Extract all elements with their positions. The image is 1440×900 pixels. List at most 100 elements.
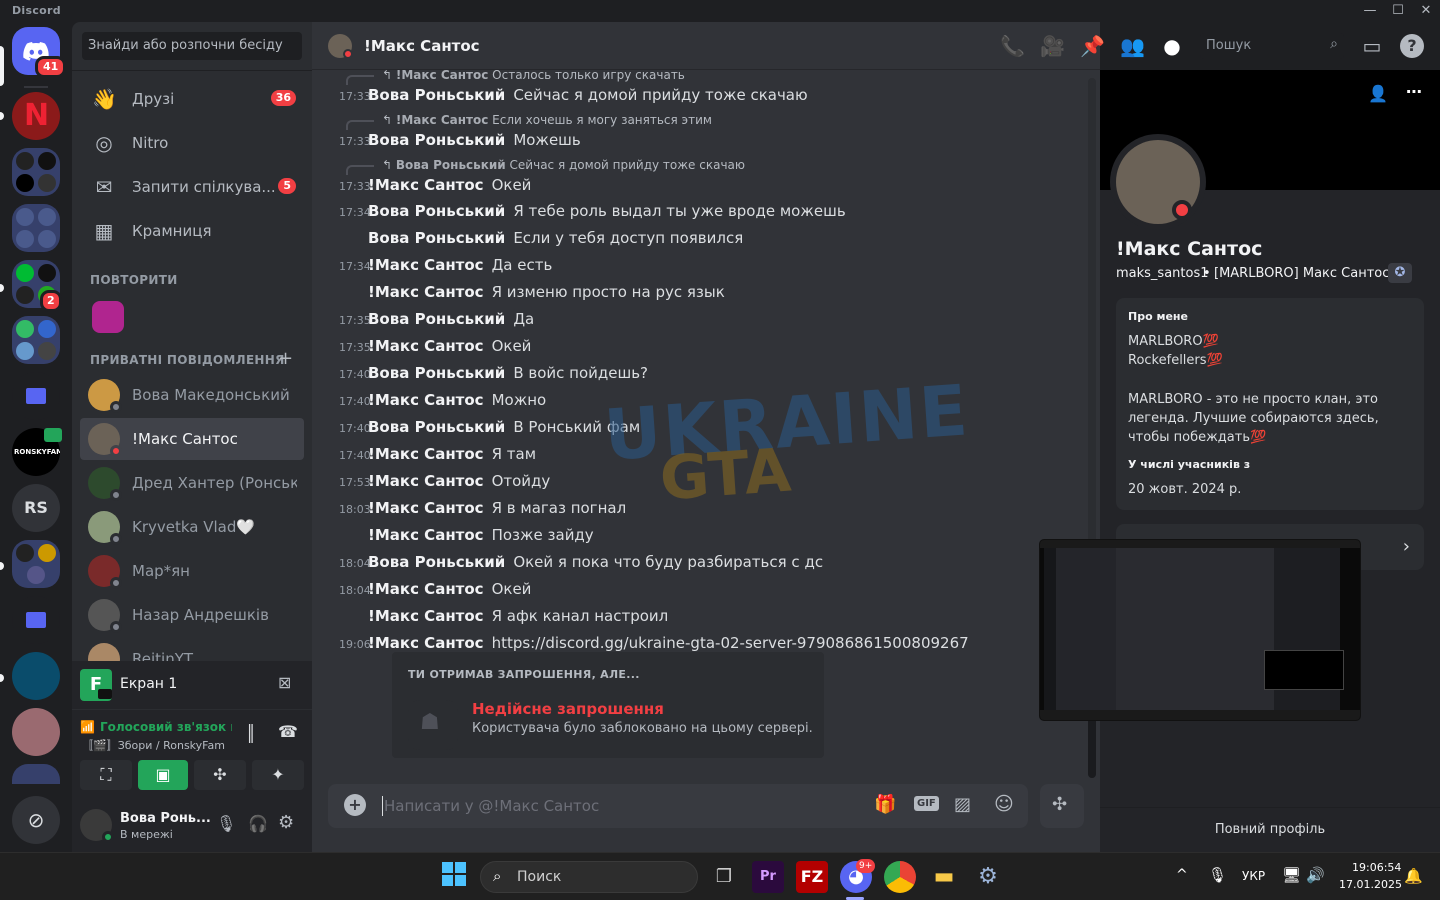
author-name[interactable]: Вова Роньський — [368, 310, 505, 328]
chat-message[interactable]: 18:04 Вова Роньський Окей я пока что буду … — [312, 550, 1092, 576]
gif-icon[interactable]: GIF — [914, 796, 939, 811]
input-language[interactable]: УКР — [1242, 869, 1265, 883]
message-author[interactable]: !Макс Сантос Я там — [368, 445, 536, 463]
dm-item[interactable]: Вова Македонський — [80, 374, 304, 416]
author-name[interactable]: !Макс Сантос — [368, 526, 484, 544]
voice-channel[interactable]: 〚🎬〛Збори / RonskyFam — [82, 737, 225, 753]
author-name[interactable]: !Макс Сантос — [368, 445, 484, 463]
server-folder[interactable] — [12, 204, 60, 252]
full-profile-link[interactable]: Повний профіль — [1100, 822, 1440, 837]
chat-message[interactable]: !Макс Сантос Я изменю просто на рус язык — [312, 280, 1092, 306]
filezilla-icon[interactable]: FZ — [796, 861, 828, 893]
stream-preview[interactable] — [1040, 540, 1360, 720]
message-input[interactable]: Написати у @!Макс Сантос — [384, 797, 599, 815]
reply-reference[interactable]: ↰ !Макс Сантос Осталось только игру скач… — [346, 66, 1046, 85]
maximize-icon[interactable]: ☐ — [1384, 2, 1412, 20]
repeat-activity-icon[interactable] — [92, 301, 124, 333]
chat-message[interactable]: 17:35 Вова Роньський Да — [312, 307, 1092, 333]
chat-message[interactable]: 17:35 !Макс Сантос Окей — [312, 334, 1092, 360]
author-name[interactable]: Вова Роньський — [368, 131, 505, 149]
author-name[interactable]: Вова Роньський — [368, 553, 505, 571]
author-name[interactable]: !Макс Сантос — [368, 499, 484, 517]
message-author[interactable]: Вова Роньський Я тебе роль выдал ты уже в… — [368, 202, 846, 220]
author-name[interactable]: Вова Роньський — [368, 202, 505, 220]
chrome-icon[interactable] — [884, 861, 916, 893]
apps-button[interactable]: ✣ — [1040, 784, 1084, 828]
taskbar-search[interactable]: ⌕ Поиск — [480, 861, 698, 893]
settings-gear-icon[interactable]: ⚙ — [278, 812, 294, 833]
voice-status[interactable]: Голосовий зв'язок пі — [100, 720, 232, 734]
author-name[interactable]: !Макс Сантос — [368, 472, 484, 490]
author-name[interactable]: !Макс Сантос — [368, 634, 484, 652]
headphones-icon[interactable]: 🎧 — [248, 814, 268, 833]
chat-message[interactable]: !Макс Сантос Позже зайду — [312, 523, 1092, 549]
gift-icon[interactable]: 🎁 — [874, 794, 896, 815]
soundboard-button[interactable]: ✦ — [252, 760, 304, 790]
author-name[interactable]: !Макс Сантос — [368, 283, 484, 301]
task-view-icon[interactable]: ❐ — [708, 861, 740, 893]
author-name[interactable]: Вова Роньський — [368, 364, 505, 382]
dm-item[interactable]: ReitinYT — [80, 638, 304, 661]
camera-off-button[interactable]: ⛶ — [80, 760, 132, 790]
voice-call-icon[interactable]: 📞 — [1000, 34, 1025, 58]
reply-reference[interactable]: ↰ Вова Роньський Сейчас я домой прийду т… — [346, 156, 1046, 175]
nav-nitro[interactable]: ◎ Nitro — [80, 122, 304, 164]
disconnect-icon[interactable]: ☎ — [278, 722, 298, 741]
server-folder[interactable] — [12, 316, 60, 364]
message-author[interactable]: !Макс Сантос Я изменю просто на рус язык — [368, 283, 725, 301]
message-author[interactable]: !Макс Сантос Окей — [368, 337, 531, 355]
chat-message[interactable]: 17:40 Вова Роньський В войс пойдешь? — [312, 361, 1092, 387]
message-author[interactable]: Вова Роньський В войс пойдешь? — [368, 364, 648, 382]
author-name[interactable]: !Макс Сантос — [368, 607, 484, 625]
message-author[interactable]: !Макс Сантос Отойду — [368, 472, 550, 490]
server-codeteam[interactable] — [12, 652, 60, 700]
clock-time[interactable]: 19:06:54 — [1352, 861, 1401, 874]
author-name[interactable]: !Макс Сантос — [368, 337, 484, 355]
tray-chevron-up-icon[interactable]: ^ — [1176, 867, 1188, 883]
more-options-icon[interactable]: ⋯ — [1406, 82, 1422, 101]
message-author[interactable]: !Макс Сантос https://discord.gg/ukraine-g… — [368, 634, 969, 652]
chat-message[interactable]: 17:33 !Макс Сантос Окей — [312, 173, 1092, 199]
author-name[interactable]: !Макс Сантос — [368, 580, 484, 598]
stop-stream-icon[interactable]: ⊠ — [278, 673, 291, 692]
message-text[interactable]: https://discord.gg/ukraine-gta-02-server… — [492, 634, 969, 652]
author-name[interactable]: Вова Роньський — [368, 229, 505, 247]
message-author[interactable]: !Макс Сантос Окей — [368, 580, 531, 598]
dm-item[interactable]: Kryvetka Vlad🤍 — [80, 506, 304, 548]
activities-button[interactable]: ✣ — [194, 760, 246, 790]
message-author[interactable]: !Макс Сантос Можно — [368, 391, 546, 409]
folder-closed-icon[interactable] — [12, 596, 60, 644]
author-name[interactable]: !Макс Сантос — [368, 256, 484, 274]
minimize-icon[interactable]: — — [1356, 2, 1384, 20]
message-author[interactable]: !Макс Сантос Да есть — [368, 256, 552, 274]
close-icon[interactable]: ✕ — [1412, 2, 1440, 20]
windows-start-icon[interactable] — [438, 861, 470, 893]
chat-message[interactable]: 17:33 Вова Роньський Сейчас я домой прийду… — [312, 83, 1092, 109]
message-author[interactable]: Вова Роньський В Ронський фам — [368, 418, 640, 436]
clock-date[interactable]: 17.01.2025 — [1339, 878, 1402, 891]
author-name[interactable]: Вова Роньський — [368, 86, 505, 104]
microphone-icon[interactable]: 🎙 — [216, 814, 236, 833]
author-name[interactable]: Вова Роньський — [368, 418, 505, 436]
nav-message-requests[interactable]: ✉ Запити спілкува... 5 — [80, 166, 304, 208]
author-name[interactable]: !Макс Сантос — [368, 391, 484, 409]
sticker-icon[interactable]: ▨ — [954, 794, 971, 815]
add-friends-icon[interactable]: 👥 — [1120, 34, 1145, 58]
chat-search-input[interactable]: Пошук ⌕ — [1200, 33, 1344, 59]
nav-shop[interactable]: ▦ Крамниця — [80, 210, 304, 252]
dm-item[interactable]: Дред Хантер (Ронськ... — [80, 462, 304, 504]
inbox-icon[interactable]: ▭ — [1360, 34, 1384, 58]
emoji-icon[interactable]: ☺ — [994, 793, 1014, 815]
folder-closed-icon[interactable] — [12, 372, 60, 420]
chat-message[interactable]: Вова Роньський Если у тебя доступ появилс… — [312, 226, 1092, 252]
chat-message[interactable]: 18:04 !Макс Сантос Окей — [312, 577, 1092, 603]
message-author[interactable]: !Макс Сантос Я в магаз погнал — [368, 499, 626, 517]
file-explorer-icon[interactable]: ▬ — [928, 861, 960, 893]
dm-item[interactable]: Мар*ян — [80, 550, 304, 592]
microphone-icon[interactable]: 🎙 — [1208, 866, 1227, 884]
reply-reference[interactable]: ↰ !Макс Сантос Если хочешь я могу занять… — [346, 111, 1046, 130]
message-author[interactable]: Вова Роньський Окей я пока что буду разби… — [368, 553, 823, 571]
dm-item[interactable]: Назар Андрешків — [80, 594, 304, 636]
screen-share-button[interactable]: ▣ — [138, 760, 188, 790]
settings-gear-icon[interactable]: ⚙ — [972, 861, 1004, 893]
